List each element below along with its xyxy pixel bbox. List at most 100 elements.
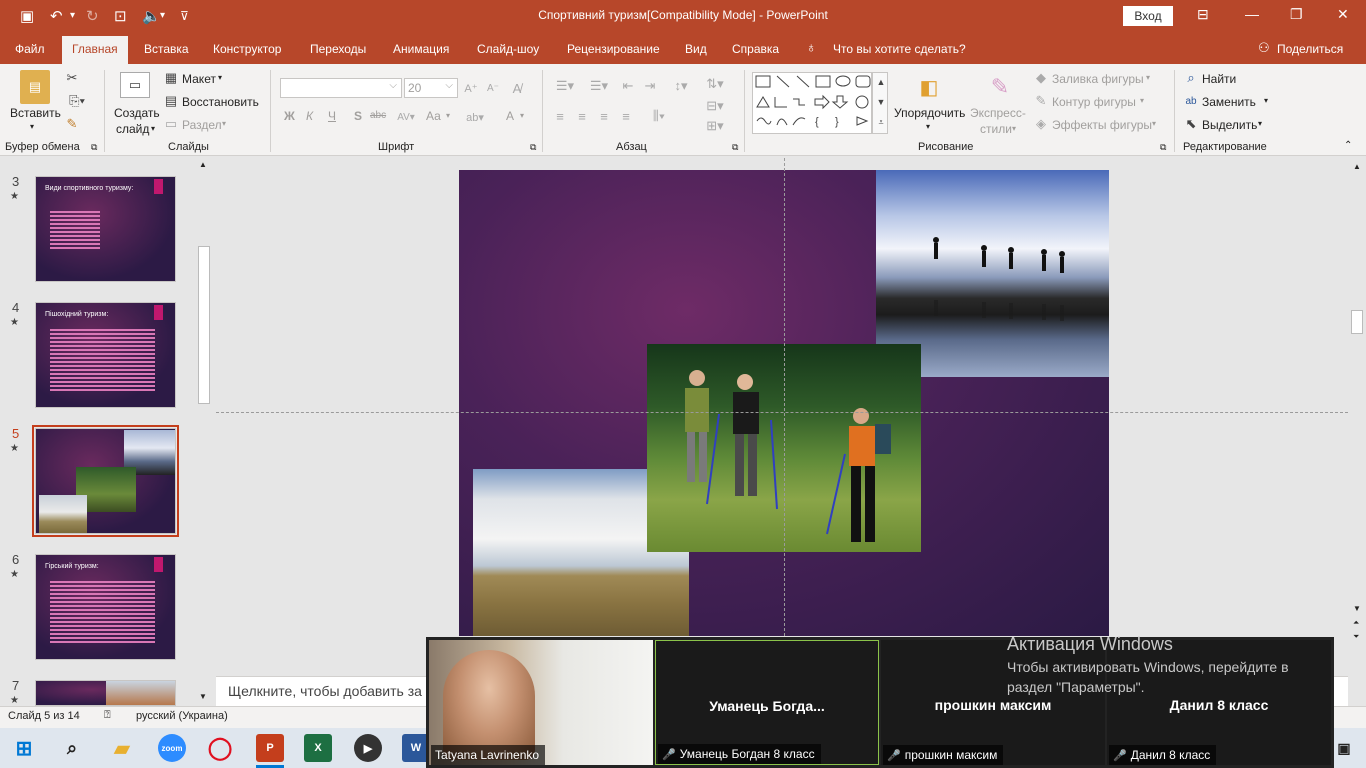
arrange-icon[interactable]: ◧ bbox=[914, 72, 944, 102]
ribbon-display-options-icon[interactable]: ⊟ bbox=[1197, 6, 1209, 23]
tell-me-search[interactable]: Что вы хотите сделать? bbox=[833, 42, 966, 56]
chevron-down-icon[interactable]: ▼ bbox=[874, 93, 888, 111]
collapse-ribbon-icon[interactable]: ⌃ bbox=[1344, 140, 1352, 151]
paste-dropdown-icon[interactable]: ▾ bbox=[30, 122, 34, 131]
notification-icon[interactable]: ▣ bbox=[1330, 734, 1358, 762]
align-text-icon[interactable]: ⊟▾ bbox=[702, 98, 728, 114]
bullets-icon[interactable]: ☰▾ bbox=[552, 78, 578, 94]
reset-icon[interactable]: ▤ bbox=[164, 93, 178, 108]
replace-icon[interactable]: ab bbox=[1182, 94, 1200, 108]
replace-dropdown-icon[interactable]: ▾ bbox=[1264, 96, 1268, 105]
share-button[interactable]: Поделиться bbox=[1277, 42, 1343, 56]
clear-formatting-icon[interactable]: A̸ bbox=[508, 80, 526, 96]
shape-effects-icon[interactable]: ◈ bbox=[1034, 116, 1048, 131]
scroll-up-icon[interactable]: ▲ bbox=[1353, 162, 1361, 171]
participant-video-tile[interactable]: Tatyana Lavrinenko bbox=[429, 640, 653, 765]
justify-icon[interactable]: ≡ bbox=[618, 108, 634, 124]
paste-button-label[interactable]: Вставить bbox=[10, 106, 61, 120]
shape-outline-icon[interactable]: ✎ bbox=[1034, 93, 1048, 108]
font-launcher-icon[interactable]: ⧉ bbox=[530, 142, 536, 153]
quick-styles-icon[interactable]: ✎ bbox=[984, 72, 1016, 102]
paragraph-launcher-icon[interactable]: ⧉ bbox=[732, 142, 738, 153]
shapes-gallery[interactable]: { } bbox=[752, 72, 872, 134]
align-center-icon[interactable]: ≡ bbox=[574, 108, 590, 124]
arrange-button[interactable]: Упорядочить bbox=[894, 106, 965, 120]
spellcheck-icon[interactable]: ⍰ bbox=[104, 709, 111, 722]
layout-button[interactable]: Макет bbox=[182, 72, 216, 86]
find-icon[interactable]: ⌕ bbox=[1184, 70, 1198, 85]
windows-start-icon[interactable]: ⊞ bbox=[10, 734, 38, 762]
search-icon[interactable]: ⌕ bbox=[58, 734, 86, 762]
shapes-gallery-scroll[interactable]: ▲ ▼ ⩡ bbox=[872, 72, 888, 134]
quick-styles-label-1[interactable]: Экспресс- bbox=[970, 106, 1026, 120]
tab-file[interactable]: Файл bbox=[15, 42, 45, 56]
shape-outline-button[interactable]: Контур фигуры bbox=[1052, 95, 1136, 109]
scroll-thumb[interactable] bbox=[1351, 310, 1363, 334]
quick-styles-label-2[interactable]: стили bbox=[980, 122, 1012, 136]
decrease-indent-icon[interactable]: ⇤ bbox=[620, 78, 636, 94]
columns-icon[interactable]: ⫼▾ bbox=[646, 108, 672, 124]
slide-thumbnail-4[interactable]: Пішохідний туризм: bbox=[35, 302, 176, 408]
strikethrough-button[interactable]: abc bbox=[370, 110, 386, 121]
tab-design[interactable]: Конструктор bbox=[213, 42, 281, 56]
layout-icon[interactable]: ▦ bbox=[164, 70, 178, 85]
minimize-icon[interactable]: — bbox=[1245, 6, 1259, 22]
scroll-down-icon[interactable]: ▼ bbox=[199, 692, 207, 701]
italic-button[interactable]: К bbox=[306, 109, 313, 123]
tab-review[interactable]: Рецензирование bbox=[567, 42, 660, 56]
new-slide-label-2[interactable]: слайд bbox=[116, 122, 149, 136]
previous-slide-icon[interactable]: ⏶ bbox=[1353, 618, 1359, 628]
change-case-button[interactable]: Аа bbox=[426, 109, 441, 123]
increase-indent-icon[interactable]: ⇥ bbox=[642, 78, 658, 94]
font-size-combo[interactable]: 20 ⌵ bbox=[404, 78, 458, 98]
quick-styles-dropdown-icon[interactable]: ▾ bbox=[1012, 124, 1016, 133]
tab-insert[interactable]: Вставка bbox=[144, 42, 189, 56]
numbering-icon[interactable]: ☰▾ bbox=[586, 78, 612, 94]
shape-effects-button[interactable]: Эффекты фигуры bbox=[1052, 118, 1152, 132]
slide-scrollbar[interactable]: ▲ ▼ ⏶ ⏷ bbox=[1349, 158, 1365, 648]
bold-button[interactable]: Ж bbox=[284, 109, 295, 123]
zoom-app-icon[interactable]: zoom bbox=[158, 734, 186, 762]
gallery-more-icon[interactable]: ⩡ bbox=[874, 113, 888, 131]
excel-app-icon[interactable]: X bbox=[304, 734, 332, 762]
close-icon[interactable]: ✕ bbox=[1337, 6, 1349, 23]
decrease-font-icon[interactable]: A⁻ bbox=[484, 80, 502, 96]
reset-button[interactable]: Восстановить bbox=[182, 95, 259, 109]
tab-animations[interactable]: Анимация bbox=[393, 42, 449, 56]
font-name-combo[interactable]: ⌵ bbox=[280, 78, 402, 98]
slide-thumbnail-3[interactable]: Види спортивного туризму: bbox=[35, 176, 176, 282]
shape-outline-dropdown-icon[interactable]: ▾ bbox=[1140, 96, 1144, 105]
find-button[interactable]: Найти bbox=[1202, 72, 1236, 86]
section-dropdown-icon[interactable]: ▾ bbox=[222, 119, 226, 128]
text-direction-icon[interactable]: ⇅▾ bbox=[702, 76, 728, 92]
select-button[interactable]: Выделить bbox=[1202, 118, 1257, 132]
language-indicator[interactable]: русский (Украина) bbox=[136, 710, 228, 722]
tab-transitions[interactable]: Переходы bbox=[310, 42, 366, 56]
arrange-dropdown-icon[interactable]: ▾ bbox=[926, 122, 930, 131]
highlight-icon[interactable]: ab▾ bbox=[458, 110, 492, 124]
next-slide-icon[interactable]: ⏷ bbox=[1353, 632, 1359, 642]
opera-icon[interactable]: ◯ bbox=[206, 734, 234, 762]
slide-thumbnail-7[interactable] bbox=[35, 680, 176, 706]
shape-fill-dropdown-icon[interactable]: ▾ bbox=[1146, 73, 1150, 82]
underline-button[interactable]: Ч bbox=[328, 109, 336, 123]
shape-fill-button[interactable]: Заливка фигуры bbox=[1052, 72, 1144, 86]
powerpoint-app-icon[interactable]: P bbox=[256, 734, 284, 762]
tab-home[interactable]: Главная bbox=[62, 36, 128, 64]
tab-slideshow[interactable]: Слайд-шоу bbox=[477, 42, 539, 56]
select-dropdown-icon[interactable]: ▾ bbox=[1258, 119, 1262, 128]
file-explorer-icon[interactable]: ▰ bbox=[108, 734, 136, 762]
paste-icon[interactable]: ▤ bbox=[20, 70, 50, 104]
media-player-icon[interactable]: ▶ bbox=[354, 734, 382, 762]
shape-effects-dropdown-icon[interactable]: ▾ bbox=[1152, 119, 1156, 128]
participant-tile-active-speaker[interactable]: Уманець Богда... 🎤 Уманець Богдан 8 класс bbox=[655, 640, 879, 765]
change-case-dropdown-icon[interactable]: ▾ bbox=[446, 111, 450, 120]
scroll-down-icon[interactable]: ▼ bbox=[1353, 604, 1361, 613]
shape-fill-icon[interactable]: ◆ bbox=[1034, 70, 1048, 85]
thumbnail-scrollbar[interactable]: ▲ ▼ bbox=[196, 158, 212, 706]
layout-dropdown-icon[interactable]: ▾ bbox=[218, 73, 222, 82]
slide-thumbnail-5[interactable] bbox=[35, 428, 176, 534]
slide-thumbnail-6[interactable]: Гірський туризм: bbox=[35, 554, 176, 660]
format-painter-icon[interactable]: ✎ bbox=[64, 116, 80, 132]
replace-button[interactable]: Заменить bbox=[1202, 95, 1256, 109]
